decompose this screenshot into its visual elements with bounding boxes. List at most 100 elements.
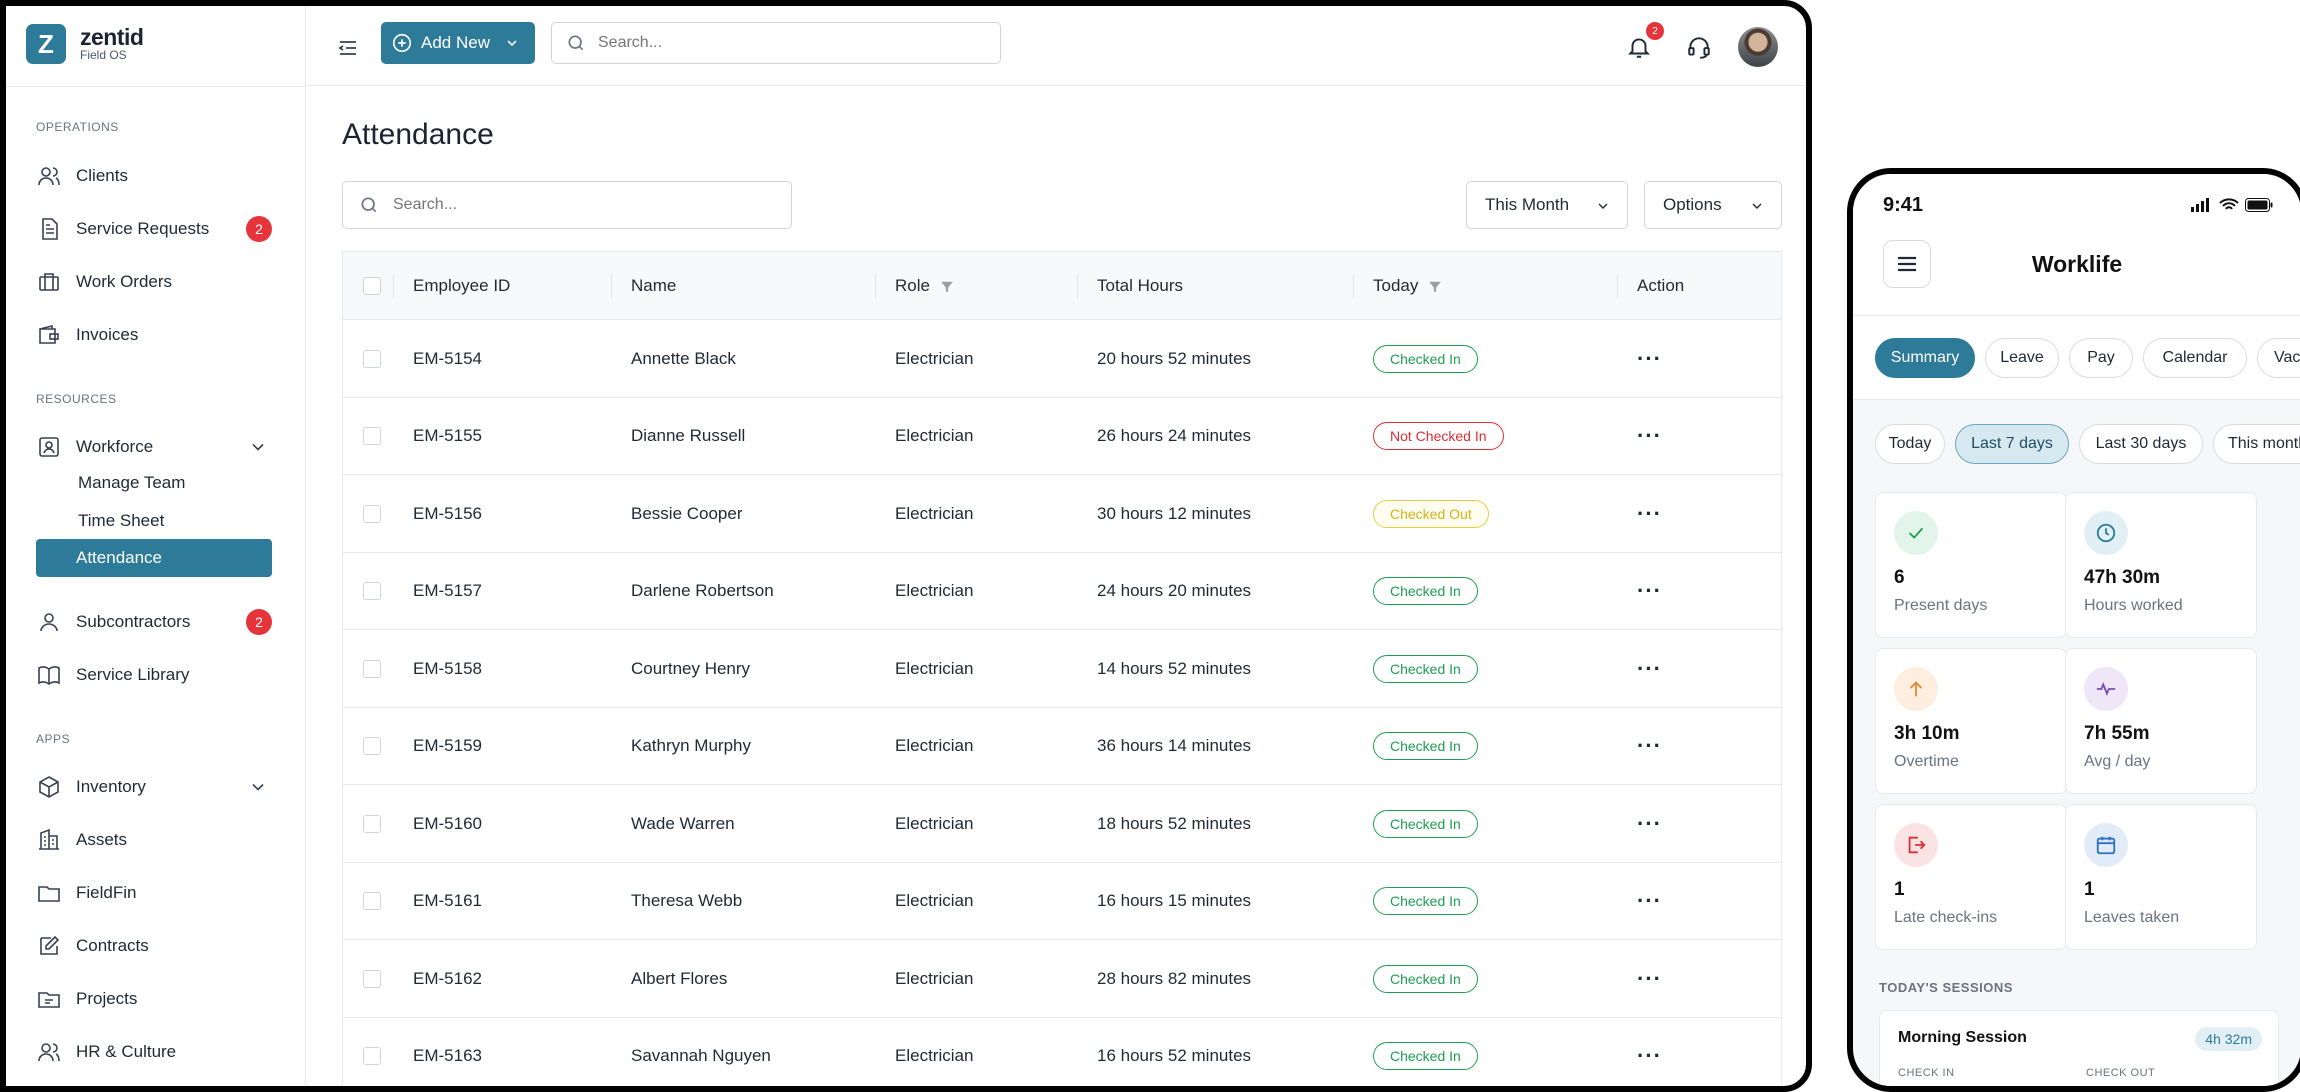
options-dropdown[interactable]: Options [1644,181,1782,229]
sidebar-item-service-requests[interactable]: Service Requests 2 [36,211,272,247]
sidebar-item-assets[interactable]: Assets [36,822,272,858]
stat-card[interactable]: 1 Leaves taken [2065,804,2257,950]
sidebar-item-workforce[interactable]: Workforce [36,429,272,465]
sidebar-item-service-library[interactable]: Service Library [36,657,272,693]
stat-card[interactable]: 1 Late check-ins [1875,804,2067,950]
range-this-month[interactable]: This month [2213,424,2300,464]
column-header-name[interactable]: Name [631,252,676,320]
row-checkbox[interactable] [363,349,381,368]
tab-summary[interactable]: Summary [1875,338,1975,378]
edit-icon [36,933,62,959]
more-actions-icon[interactable]: ··· [1637,1045,1662,1067]
stat-label: Hours worked [2084,597,2183,614]
total-hours-cell: 28 hours 82 minutes [1097,968,1252,988]
name-cell: Courtney Henry [631,658,751,678]
row-checkbox[interactable] [363,1047,381,1065]
search-icon [568,35,584,51]
more-actions-icon[interactable]: ··· [1637,890,1662,912]
more-actions-icon[interactable]: ··· [1637,967,1662,989]
more-actions-icon[interactable]: ··· [1637,502,1662,524]
table-row[interactable]: EM-5162 Albert Flores Electrician 28 hours … [343,940,1781,1018]
table-row[interactable]: EM-5158 Courtney Henry Electrician 14 hours… [343,630,1781,708]
stat-card[interactable]: 47h 30m Hours worked [2065,492,2257,638]
table-row[interactable]: EM-5156 Bessie Cooper Electrician 30 hours … [343,475,1781,553]
table-body: EM-5154 Annette Black Electrician 20 hours … [343,320,1781,1087]
more-actions-icon[interactable]: ··· [1637,812,1662,834]
row-checkbox[interactable] [363,427,381,445]
row-checkbox[interactable] [363,814,381,833]
table-row[interactable]: EM-5163 Savannah Nguyen Electrician 16 hour… [343,1018,1781,1087]
sidebar-subitem-time-sheet[interactable]: Time Sheet [78,511,164,531]
stat-card[interactable]: 3h 10m Overtime [1875,648,2067,794]
table-row[interactable]: EM-5157 Darlene Robertson Electrician 24 ho… [343,553,1781,630]
filter-icon[interactable] [1428,279,1442,293]
more-actions-icon[interactable]: ··· [1637,425,1662,447]
sidebar-item-clients[interactable]: Clients [36,158,272,194]
row-checkbox[interactable] [363,504,381,523]
sidebar-item-invoices[interactable]: Invoices [36,317,272,353]
sidebar-subitem-manage-team[interactable]: Manage Team [78,473,185,493]
session-card[interactable]: Morning Session 4h 32m CHECK IN 08:02 AM… [1879,1010,2279,1086]
more-actions-icon[interactable]: ··· [1637,657,1662,679]
sidebar-item-projects[interactable]: Projects [36,981,272,1017]
filter-icon[interactable] [940,279,954,293]
total-hours-cell: 16 hours 52 minutes [1097,1046,1252,1065]
column-header-role[interactable]: Role [895,252,954,320]
range-last-7-days[interactable]: Last 7 days [1955,424,2069,464]
table-search[interactable] [342,181,792,229]
building-icon [36,827,62,853]
table-row[interactable]: EM-5159 Kathryn Murphy Electrician 36 hours… [343,708,1781,785]
column-header-today[interactable]: Today [1373,252,1442,320]
global-search[interactable] [551,22,1001,64]
table-search-input[interactable] [393,196,773,214]
collapse-sidebar-icon[interactable] [336,36,360,60]
column-header-total-hours[interactable]: Total Hours [1097,252,1183,320]
chevron-down-icon [248,437,268,457]
clock-icon [2084,511,2128,555]
signal-icon [2191,198,2209,212]
name-cell: Annette Black [631,348,736,368]
tab-calendar[interactable]: Calendar [2143,338,2247,378]
more-actions-icon[interactable]: ··· [1637,347,1662,369]
global-search-input[interactable] [598,34,978,52]
row-checkbox[interactable] [363,892,381,910]
table-row[interactable]: EM-5160 Wade Warren Electrician 18 hours 52… [343,785,1781,863]
sidebar-item-inventory[interactable]: Inventory [36,769,272,805]
sidebar-item-subcontractors[interactable]: Subcontractors 2 [36,604,272,640]
row-checkbox[interactable] [363,659,381,678]
sidebar-item-label: Invoices [76,325,139,344]
tab-pay[interactable]: Pay [2069,338,2133,378]
table-row[interactable]: EM-5161 Theresa Webb Electrician 16 hours 1… [343,863,1781,940]
more-actions-icon[interactable]: ··· [1637,735,1662,757]
tab-leave[interactable]: Leave [1985,338,2059,378]
brand[interactable]: Z zentid Field OS [26,24,144,64]
table-row[interactable]: EM-5155 Dianne Russell Electrician 26 hours… [343,398,1781,475]
sidebar-item-work-orders[interactable]: Work Orders [36,264,272,300]
stat-card[interactable]: 7h 55m Avg / day [2065,648,2257,794]
range-today[interactable]: Today [1875,424,1945,464]
stat-card[interactable]: 6 Present days [1875,492,2067,638]
headset-icon[interactable] [1686,34,1714,62]
sidebar-item-fieldfin[interactable]: FieldFin [36,875,272,911]
sidebar-item-hr-culture[interactable]: HR & Culture [36,1034,272,1070]
table-row[interactable]: EM-5154 Annette Black Electrician 20 hours … [343,320,1781,398]
row-checkbox[interactable] [363,582,381,600]
brand-name: zentid [80,24,144,50]
row-checkbox[interactable] [363,969,381,988]
range-last-30-days[interactable]: Last 30 days [2079,424,2203,464]
row-checkbox-cell [363,1018,381,1087]
tab-vacation[interactable]: Vacation [2257,338,2300,378]
sidebar-item-contracts[interactable]: Contracts [36,928,272,964]
check-in-label: CHECK IN [1898,1067,1955,1079]
sidebar-item-label: Workforce [76,437,154,456]
sidebar-subitem-attendance[interactable]: Attendance [36,539,272,577]
avatar[interactable] [1738,27,1778,67]
column-separator [393,274,394,298]
add-new-button[interactable]: Add New [381,22,535,64]
more-actions-icon[interactable]: ··· [1637,580,1662,602]
row-checkbox[interactable] [363,737,381,755]
period-filter-dropdown[interactable]: This Month [1466,181,1628,229]
today-status-cell: Checked Out [1373,475,1489,552]
column-header-employee-id[interactable]: Employee ID [413,252,510,320]
select-all-checkbox[interactable] [363,277,381,295]
